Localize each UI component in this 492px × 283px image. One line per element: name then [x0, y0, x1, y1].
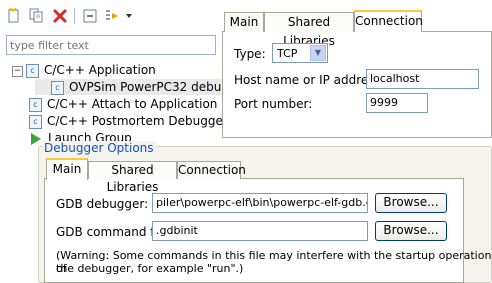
- tree-item-label: C/C++ Postmortem Debugger: [47, 114, 228, 128]
- chevron-down-icon[interactable]: ▼: [310, 45, 326, 61]
- tree-item-cpp-postmortem[interactable]: c C/C++ Postmortem Debugger: [29, 113, 228, 129]
- tree-item-label: C/C++ Attach to Application: [47, 97, 218, 111]
- view-menu-icon[interactable]: [124, 8, 134, 24]
- tree-item-ovpsim-debugger[interactable]: c OVPSim PowerPC32 debugger: [35, 79, 252, 95]
- tree-item-cpp-attach[interactable]: c C/C++ Attach to Application: [29, 96, 217, 112]
- c-launch-icon: c: [29, 98, 42, 112]
- tab-shared-libraries[interactable]: Shared Libraries: [264, 12, 354, 48]
- new-configuration-icon[interactable]: [6, 7, 22, 24]
- gdb-debugger-label: GDB debugger:: [56, 197, 149, 211]
- host-input[interactable]: localhost: [366, 69, 479, 89]
- c-launch-icon: c: [51, 81, 64, 95]
- filter-icon[interactable]: [104, 8, 120, 24]
- type-label: Type:: [234, 47, 266, 61]
- browse-gdb-command-button[interactable]: Browse...: [375, 221, 447, 241]
- toolbar-separator: [74, 8, 75, 24]
- tab-main[interactable]: Main: [224, 12, 264, 32]
- duplicate-icon[interactable]: [28, 8, 44, 24]
- collapse-all-icon[interactable]: [82, 8, 98, 24]
- filter-input[interactable]: [6, 35, 216, 55]
- port-input[interactable]: 9999: [366, 93, 428, 113]
- delete-icon[interactable]: [52, 8, 68, 24]
- gdb-debugger-input[interactable]: piler\powerpc-elf\bin\powerpc-elf-gdb.ex…: [152, 193, 368, 213]
- host-label: Host name or IP address:: [234, 73, 385, 87]
- launch-triangle-icon: [31, 133, 41, 145]
- type-select-value: TCP: [277, 47, 298, 60]
- port-label: Port number:: [234, 97, 313, 111]
- tree-item-cpp-application[interactable]: − c C/C++ Application: [12, 62, 156, 78]
- tree-item-label: C/C++ Application: [44, 63, 156, 77]
- tab-debugger-main[interactable]: Main: [46, 158, 88, 180]
- tab-debugger-shared-libraries[interactable]: Shared Libraries: [88, 161, 177, 194]
- c-launch-icon: c: [29, 115, 42, 129]
- debugger-options-title: Debugger Options: [42, 141, 156, 155]
- browse-gdb-debugger-button[interactable]: Browse...: [375, 193, 447, 213]
- tab-debugger-connection[interactable]: Connection: [177, 161, 246, 179]
- warning-text-line2: the debugger, for example "run".): [56, 262, 244, 275]
- collapse-toggle-icon[interactable]: −: [12, 65, 23, 77]
- tab-connection[interactable]: Connection: [354, 10, 423, 32]
- type-select[interactable]: TCP ▼: [272, 43, 328, 63]
- gdb-command-file-input[interactable]: .gdbinit: [152, 221, 368, 241]
- c-launch-icon: c: [26, 64, 39, 78]
